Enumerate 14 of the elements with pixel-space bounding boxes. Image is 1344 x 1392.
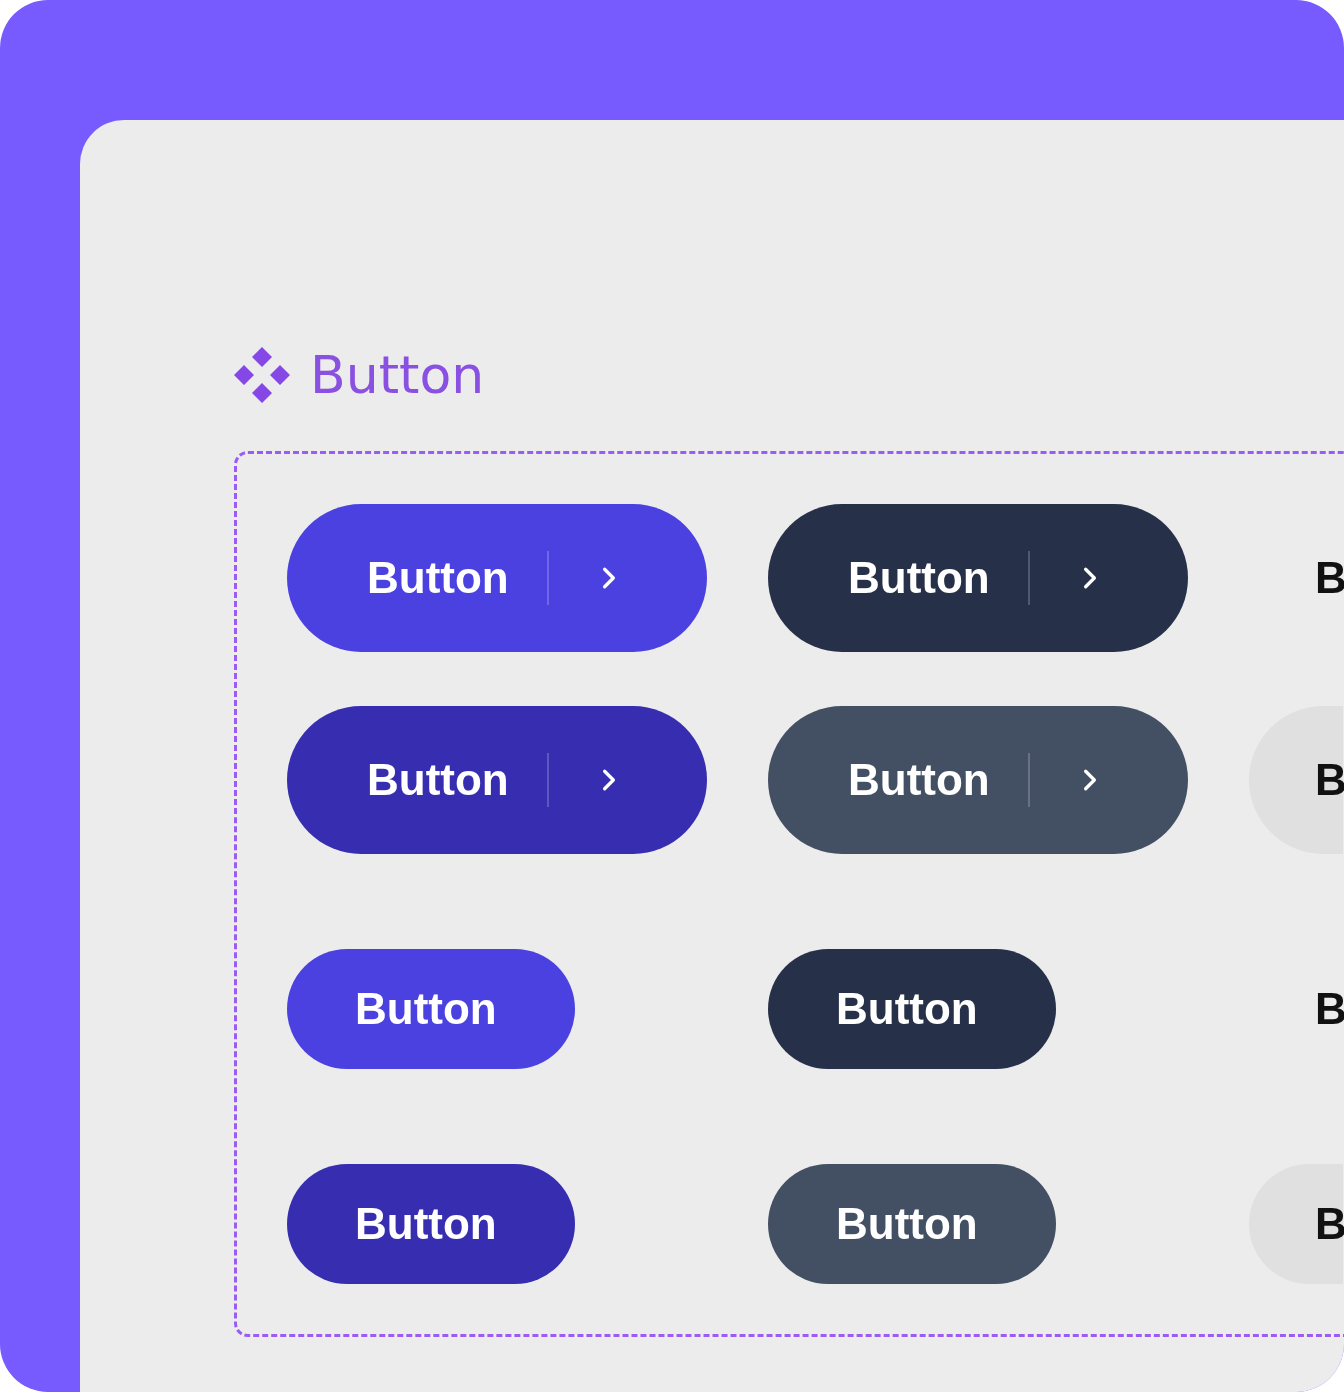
button[interactable]: Button xyxy=(287,504,707,652)
chevron-icon xyxy=(1081,768,1098,792)
component-title: Button xyxy=(310,349,485,401)
chevron-icon xyxy=(600,768,617,792)
button[interactable]: Button xyxy=(768,1164,1056,1284)
button[interactable]: Button xyxy=(287,706,707,854)
chevron-icon xyxy=(1081,566,1098,590)
button[interactable]: Button xyxy=(768,706,1188,854)
button[interactable]: Button xyxy=(768,504,1188,652)
button[interactable]: Button xyxy=(768,949,1056,1069)
component-icon xyxy=(234,347,290,403)
button[interactable]: Button xyxy=(287,1164,575,1284)
button[interactable]: Button xyxy=(287,949,575,1069)
chevron-icon xyxy=(600,566,617,590)
